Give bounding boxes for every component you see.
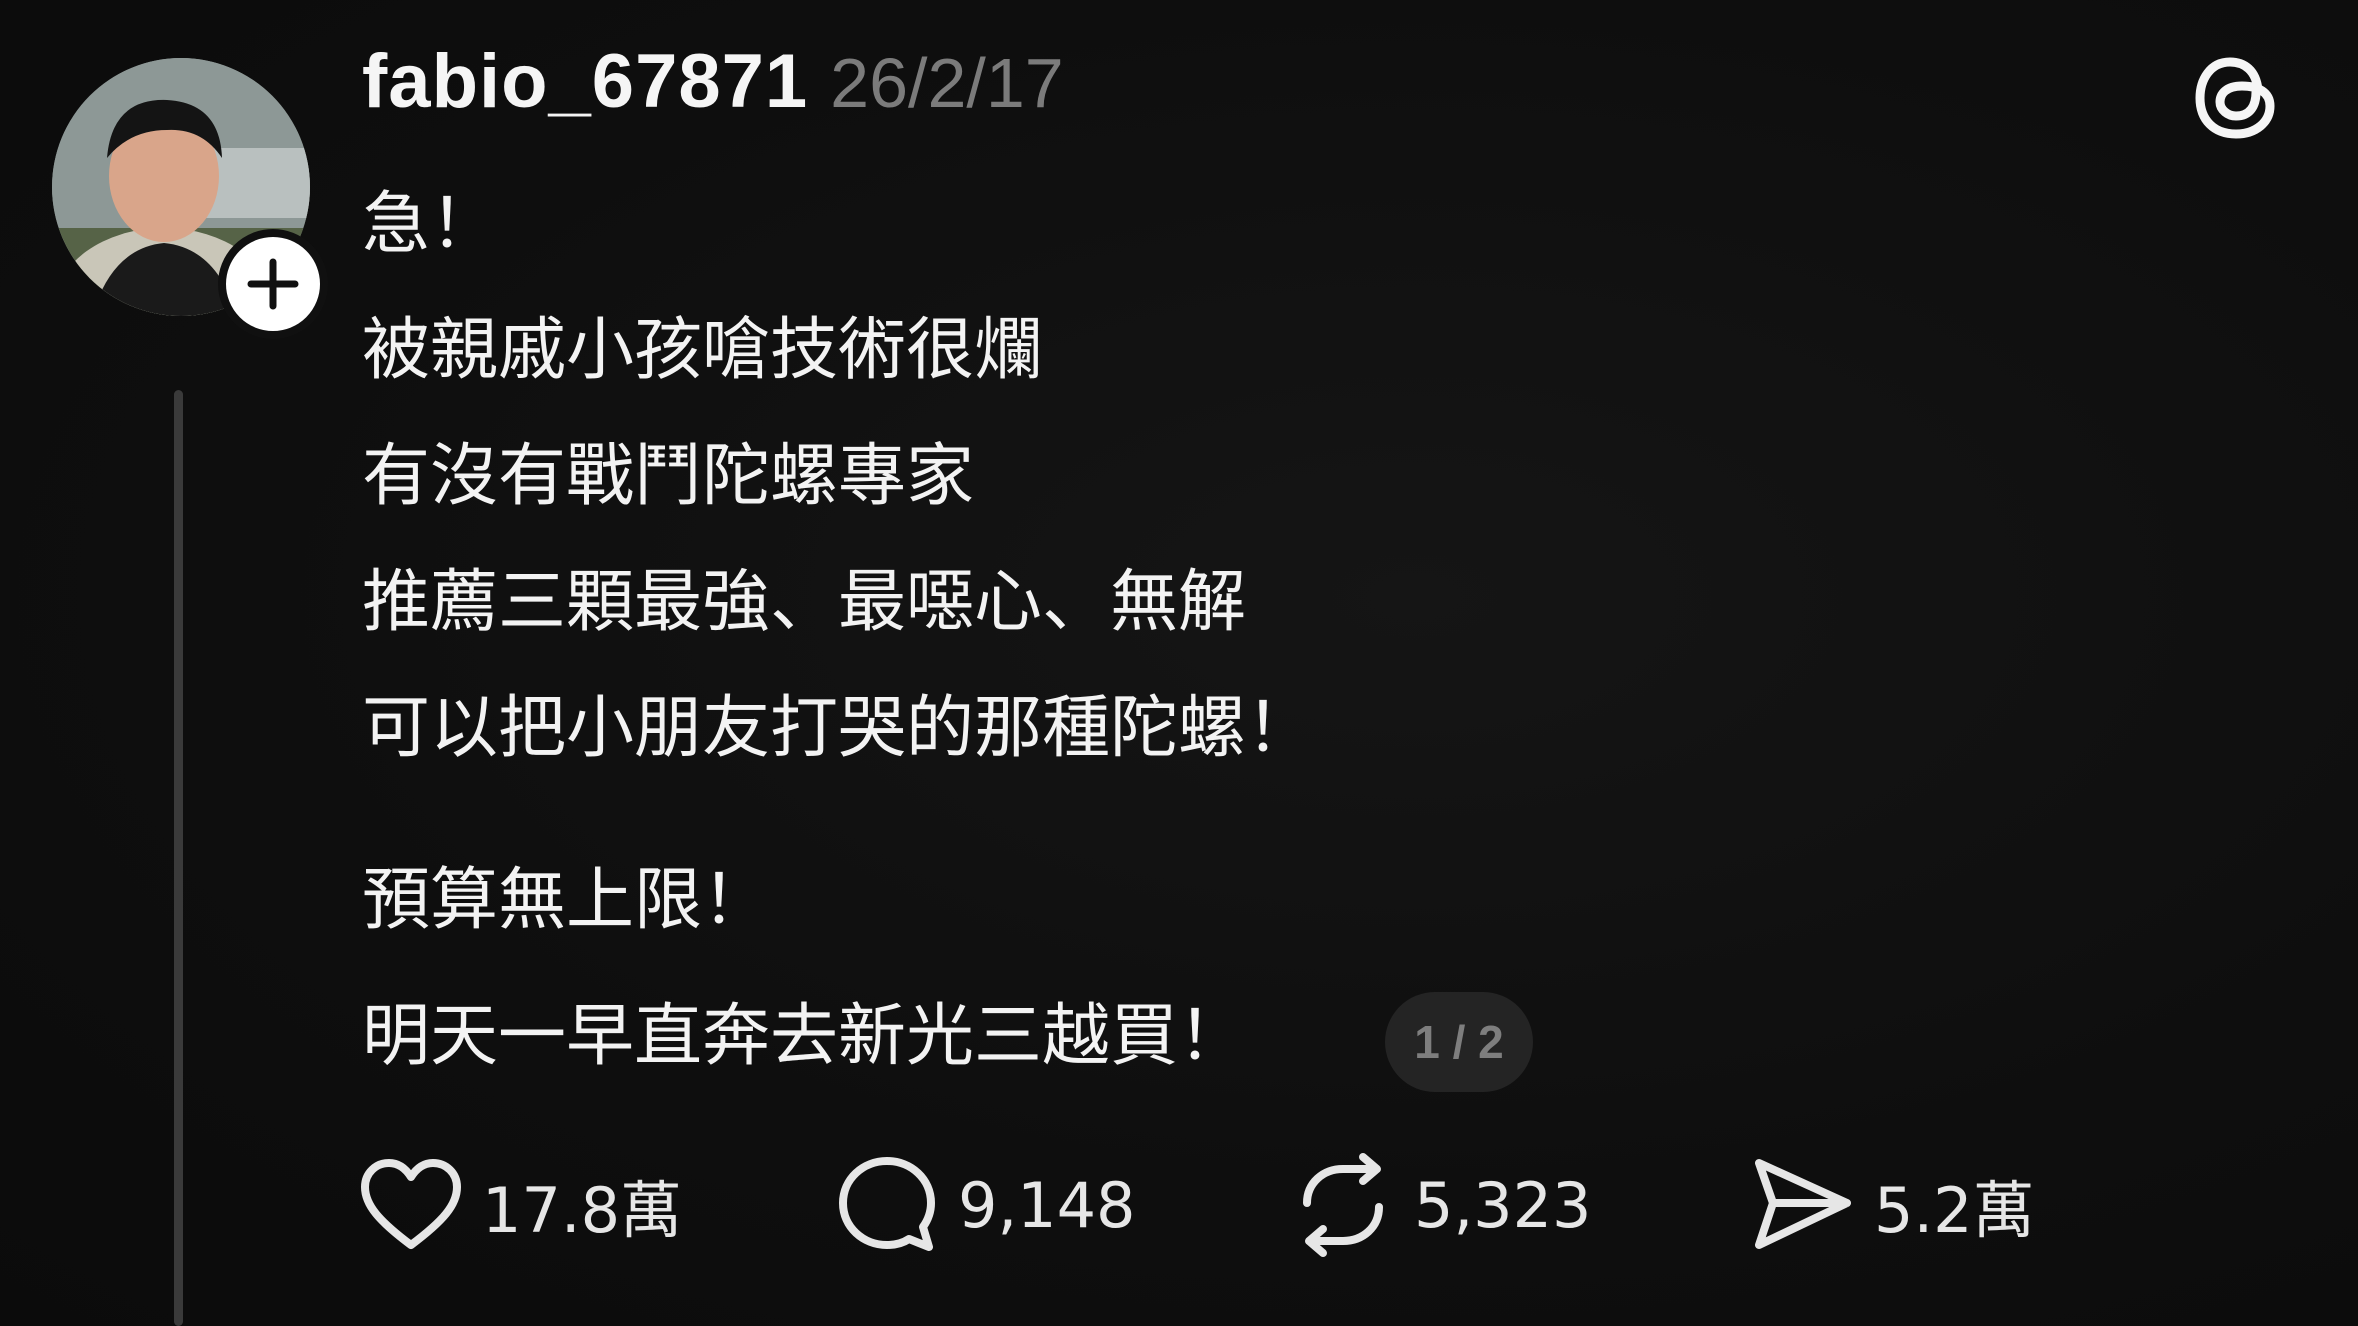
post-line: 有沒有戰鬥陀螺專家: [362, 437, 975, 516]
send-icon: [1748, 1150, 1858, 1260]
reply-count: 9,148: [958, 1168, 1136, 1242]
repost-button[interactable]: 5,323: [1288, 1140, 1592, 1270]
repost-count: 5,323: [1414, 1168, 1592, 1242]
heart-icon: [356, 1150, 466, 1260]
threads-logo-icon[interactable]: [2180, 40, 2292, 152]
share-button[interactable]: 5.2萬: [1748, 1140, 2035, 1270]
post-header: fabio_67871 26/2/17: [362, 38, 1064, 125]
post-line: 預算無上限！: [362, 861, 771, 940]
plus-icon: [247, 258, 299, 310]
timestamp: 26/2/17: [830, 44, 1064, 122]
threads-post: fabio_67871 26/2/17 急！ 被親戚小孩嗆技術很爛 有沒有戰鬥陀…: [0, 0, 2358, 1326]
repost-icon: [1288, 1150, 1398, 1260]
follow-button[interactable]: [218, 229, 328, 339]
like-count: 17.8萬: [482, 1174, 683, 1247]
like-button[interactable]: 17.8萬: [356, 1140, 682, 1270]
share-count: 5.2萬: [1874, 1174, 2035, 1247]
post-line: 急！: [362, 185, 499, 264]
action-bar: 17.8萬 9,148 5,323 5.2萬: [0, 1140, 2358, 1270]
post-line: 推薦三顆最強、最噁心、無解: [362, 563, 1247, 642]
post-line: 明天一早直奔去新光三越買！: [362, 997, 1247, 1076]
post-line: 可以把小朋友打哭的那種陀螺！: [362, 689, 1315, 768]
username[interactable]: fabio_67871: [362, 38, 808, 125]
reply-button[interactable]: 9,148: [832, 1140, 1136, 1270]
post-line: 被親戚小孩嗆技術很爛: [362, 311, 1043, 390]
page-indicator[interactable]: 1 / 2: [1385, 992, 1533, 1092]
comment-icon: [832, 1150, 942, 1260]
